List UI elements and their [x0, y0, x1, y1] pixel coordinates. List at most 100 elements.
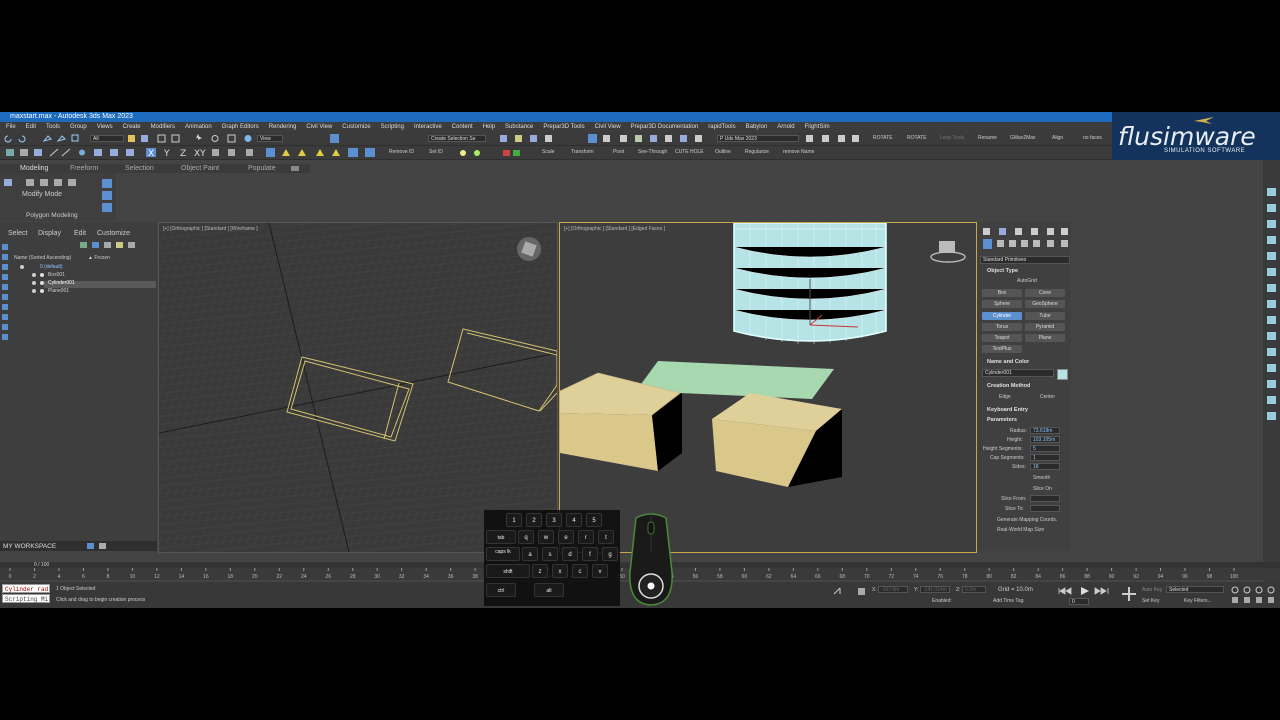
- scale-button[interactable]: Scale: [542, 149, 555, 155]
- generate-mapping-checkbox[interactable]: Generate Mapping Coords.: [997, 517, 1057, 523]
- menu-create[interactable]: Create: [123, 124, 141, 130]
- scene-item-cylinder001[interactable]: Cylinder001: [48, 280, 75, 286]
- modify-mode-label[interactable]: Modify Mode: [22, 191, 62, 198]
- explorer-header-frozen[interactable]: ▲ Frozen: [88, 255, 110, 261]
- menu-file[interactable]: File: [6, 124, 16, 130]
- viewport-edged-faces[interactable]: [+] [Orthographic ] [Standard ] [Edged F…: [559, 222, 977, 553]
- scene-item-layer-default[interactable]: 0 (default): [40, 264, 63, 270]
- menu-modifiers[interactable]: Modifiers: [151, 124, 175, 130]
- tab-freeform[interactable]: Freeform: [70, 165, 98, 172]
- menu-interactive[interactable]: Interactive: [414, 124, 442, 130]
- tab-selection[interactable]: Selection: [125, 165, 154, 172]
- explorer-icons[interactable]: [0, 240, 157, 380]
- rename-button[interactable]: Rename: [978, 135, 997, 141]
- tab-object-paint[interactable]: Object Paint: [181, 165, 219, 172]
- slice-on-checkbox[interactable]: Slice On: [1033, 486, 1052, 492]
- menu-rapidtools[interactable]: rapidTools: [708, 124, 735, 130]
- primitive-torus-button[interactable]: Torus: [982, 323, 1022, 331]
- primitive-pyramid-button[interactable]: Pyramid: [1025, 323, 1065, 331]
- slice-to-spinner[interactable]: [1030, 505, 1060, 512]
- explorer-tab-select[interactable]: Select: [8, 230, 27, 237]
- maxscript-mini[interactable]: Scripting Mi: [2, 594, 50, 603]
- named-selection-dropdown[interactable]: Create Selection Se: [428, 135, 486, 142]
- name-color-header[interactable]: Name and Color: [987, 359, 1029, 365]
- key-filters-button[interactable]: Key Filters...: [1184, 598, 1212, 604]
- primitive-textplus-button[interactable]: TextPlus: [982, 345, 1022, 353]
- workspace-combo[interactable]: P Uds Max 2023: [717, 135, 799, 142]
- auto-key-button[interactable]: Auto Key: [1142, 587, 1162, 593]
- parameters-header[interactable]: Parameters: [987, 417, 1017, 423]
- maxscript-listener[interactable]: Cylinder rad: [2, 584, 50, 593]
- cap-segments-spinner[interactable]: 1: [1030, 454, 1060, 461]
- scene-item-plane001[interactable]: Plane001: [48, 288, 69, 294]
- primitive-tube-button[interactable]: Tube: [1025, 312, 1065, 320]
- right-toolbar[interactable]: [1263, 160, 1280, 600]
- tab-populate[interactable]: Populate: [248, 165, 276, 172]
- menu-customize[interactable]: Customize: [342, 124, 370, 130]
- menu-help[interactable]: Help: [483, 124, 495, 130]
- menu-flightsim[interactable]: FlightSim: [805, 124, 830, 130]
- primitives-dropdown[interactable]: Standard Primitives: [980, 256, 1070, 264]
- selection-filter-dropdown[interactable]: All: [90, 135, 124, 142]
- workspace-icons[interactable]: [86, 542, 110, 550]
- view-cube-icon-right[interactable]: [928, 237, 968, 267]
- edge-radio[interactable]: Edge: [999, 394, 1011, 400]
- menu-animation[interactable]: Animation: [185, 124, 212, 130]
- remove-name-button[interactable]: remove Name: [783, 149, 814, 155]
- primitive-cylinder-button[interactable]: Cylinder: [982, 312, 1022, 320]
- menu-substance[interactable]: Substance: [505, 124, 533, 130]
- cute-hole-button[interactable]: CUTE HOLE: [675, 149, 704, 155]
- current-frame-field[interactable]: 0: [1069, 598, 1089, 605]
- see-through-button[interactable]: See-Through: [638, 149, 667, 155]
- menu-edit[interactable]: Edit: [26, 124, 36, 130]
- extra-tool-icons[interactable]: [455, 147, 525, 159]
- object-color-swatch[interactable]: [1057, 369, 1068, 380]
- x-coord-field[interactable]: -167.0m: [878, 586, 908, 593]
- menu-rendering[interactable]: Rendering: [269, 124, 297, 130]
- gmax2max-button[interactable]: GMax2Max: [1010, 135, 1036, 141]
- primitive-sphere-button[interactable]: Sphere: [982, 300, 1022, 308]
- remove-id-button[interactable]: Remove ID: [389, 149, 414, 155]
- transform-button[interactable]: Transform: [571, 149, 594, 155]
- explorer-tab-customize[interactable]: Customize: [97, 230, 130, 237]
- menu-graph-editors[interactable]: Graph Editors: [222, 124, 259, 130]
- z-coord-field[interactable]: 0.0m: [962, 586, 986, 593]
- object-name-field[interactable]: Cylinder001: [982, 369, 1054, 377]
- real-world-map-checkbox[interactable]: Real-World Map Size: [997, 527, 1044, 533]
- menu-tools[interactable]: Tools: [46, 124, 60, 130]
- viewport-label-left[interactable]: [+] [Orthographic ] [Standard ] [Wirefra…: [163, 226, 258, 232]
- viewport-label-right[interactable]: [+] [Orthographic ] [Standard ] [Edged F…: [564, 226, 665, 232]
- slice-from-spinner[interactable]: [1030, 495, 1060, 502]
- primitive-cone-button[interactable]: Cone: [1025, 289, 1065, 297]
- loop-tools-button[interactable]: Loop Tools: [940, 135, 964, 141]
- secondary-toolbar-icons[interactable]: X Y Z XY: [0, 146, 390, 159]
- menu-prepar3d-docs[interactable]: Prepar3D Documentation: [631, 124, 699, 130]
- menu-babylon[interactable]: Babylon: [746, 124, 768, 130]
- y-coord-field[interactable]: -141.014m: [920, 586, 950, 593]
- explorer-tab-display[interactable]: Display: [38, 230, 61, 237]
- radius-spinner[interactable]: 73.619m: [1030, 427, 1060, 434]
- scene-item-box001[interactable]: Box001: [48, 272, 65, 278]
- no-faces-button[interactable]: no faces: [1083, 135, 1102, 141]
- pivot-button[interactable]: Pivot: [613, 149, 624, 155]
- autogrid-checkbox[interactable]: AutoGrid: [1017, 278, 1037, 284]
- primitive-teapot-button[interactable]: Teapot: [982, 334, 1022, 342]
- set-key-button[interactable]: Set Key: [1142, 598, 1160, 604]
- set-key-icon[interactable]: [1120, 585, 1138, 603]
- command-panel-tabs[interactable]: [981, 226, 1069, 252]
- primitive-plane-button[interactable]: Plane: [1025, 334, 1065, 342]
- regularize-button[interactable]: Regularize: [745, 149, 769, 155]
- tab-modeling[interactable]: Modeling: [20, 165, 48, 172]
- rotate-button-2[interactable]: ROTATE: [907, 135, 927, 141]
- menu-views[interactable]: Views: [97, 124, 113, 130]
- sides-spinner[interactable]: 18: [1030, 463, 1060, 470]
- set-id-button[interactable]: Set ID: [429, 149, 443, 155]
- explorer-header-name[interactable]: Name (Sorted Ascending): [14, 255, 71, 261]
- height-spinner[interactable]: 103.105m: [1030, 436, 1060, 443]
- menu-arnold[interactable]: Arnold: [777, 124, 794, 130]
- align-button[interactable]: Align: [1052, 135, 1063, 141]
- lock-selection-icon[interactable]: [832, 586, 872, 596]
- object-type-header[interactable]: Object Type: [987, 268, 1018, 274]
- primitive-geosphere-button[interactable]: GeoSphere: [1025, 300, 1065, 308]
- explorer-tab-edit[interactable]: Edit: [74, 230, 86, 237]
